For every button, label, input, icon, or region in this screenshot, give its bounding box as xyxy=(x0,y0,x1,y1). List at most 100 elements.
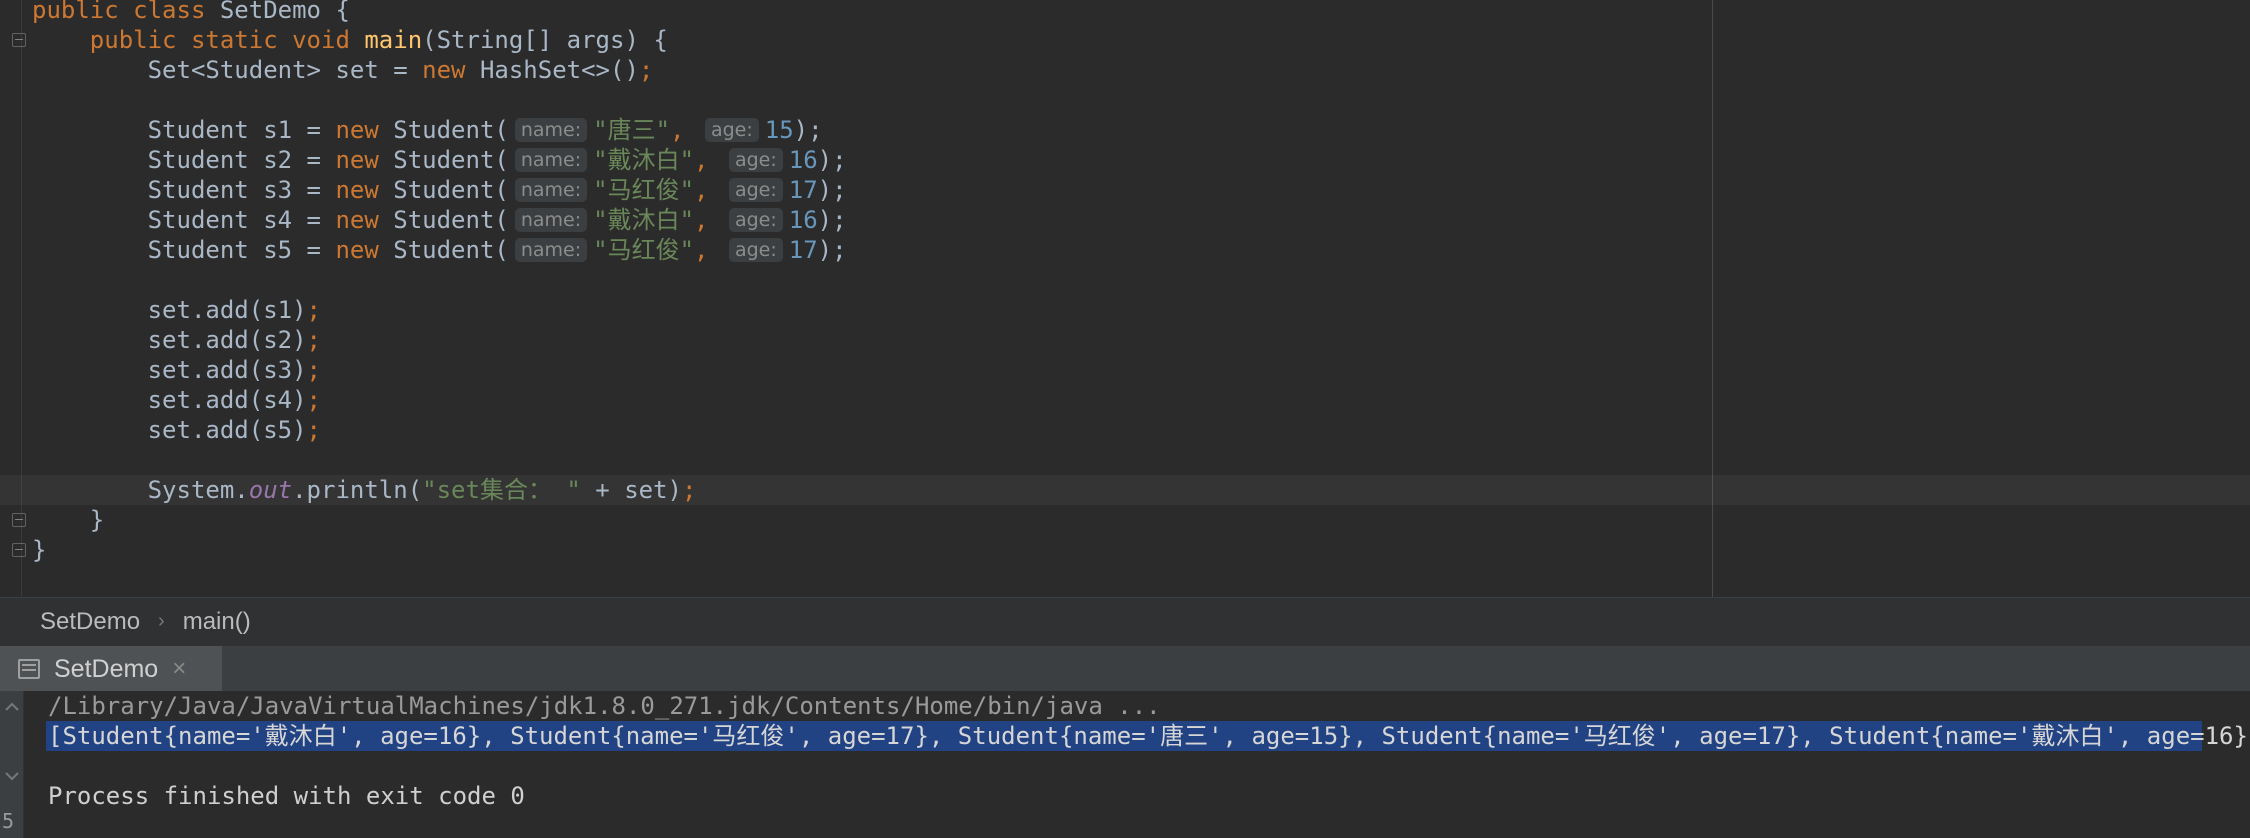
method-call: .println( xyxy=(292,476,423,504)
string-literal: "唐三" xyxy=(593,116,671,144)
code-line-add: set.add(s3); xyxy=(32,355,2250,385)
keyword: new xyxy=(422,56,466,84)
keyword: public xyxy=(89,26,177,54)
code-line-class: public class SetDemo { xyxy=(32,0,2250,25)
semicolon: ; xyxy=(682,476,697,504)
constructor: Student( xyxy=(393,116,509,144)
param-hint: age: xyxy=(728,208,783,232)
code-line-student: Student s2 = new Student(name: "戴沐白", age… xyxy=(32,145,2250,175)
code-line-main: public static void main(String[] args) { xyxy=(32,25,2250,55)
declaration: Student s3 = xyxy=(147,176,336,204)
code-line-add: set.add(s4); xyxy=(32,385,2250,415)
console-icon xyxy=(18,659,40,679)
keyword: new xyxy=(335,116,379,144)
constructor: Student( xyxy=(393,146,509,174)
param-hint: age: xyxy=(728,148,783,172)
code-lines[interactable]: public class SetDemo { public static voi… xyxy=(0,0,2250,565)
class-ref: System. xyxy=(147,476,249,504)
number-literal: 17 xyxy=(788,176,818,204)
code-line-student: Student s1 = new Student(name: "唐三", age:… xyxy=(32,115,2250,145)
semicolon: ; xyxy=(306,296,321,324)
method-call: set.add(s4) xyxy=(147,386,307,414)
semicolon: ; xyxy=(306,416,321,444)
comma: , xyxy=(670,116,685,144)
keyword: public xyxy=(32,0,119,24)
semicolon: ; xyxy=(306,326,321,354)
run-tab-label: SetDemo xyxy=(54,654,159,683)
breadcrumb: SetDemo › main() xyxy=(0,597,2250,645)
number-literal: 15 xyxy=(764,116,794,144)
param-hint: name: xyxy=(514,148,588,172)
console-line-exit[interactable]: Process finished with exit code 0 xyxy=(48,781,2202,811)
declaration: Student s4 = xyxy=(147,206,336,234)
param-hint: name: xyxy=(514,208,588,232)
code-line-student: Student s5 = new Student(name: "马红俊", age… xyxy=(32,235,2250,265)
brace: { xyxy=(335,0,350,24)
declaration: Student s2 = xyxy=(147,146,336,174)
run-tab-setdemo[interactable]: SetDemo × xyxy=(0,646,222,692)
keyword: void xyxy=(292,26,350,54)
declaration: Set<Student> set = xyxy=(147,56,423,84)
code-line-set-decl: Set<Student> set = new HashSet<>(); xyxy=(32,55,2250,85)
constructor: Student( xyxy=(393,176,509,204)
scroll-up-icon[interactable] xyxy=(2,697,22,717)
code-line-student: Student s3 = new Student(name: "马红俊", age… xyxy=(32,175,2250,205)
string-literal: "戴沐白" xyxy=(593,206,695,234)
semicolon: ; xyxy=(306,386,321,414)
close-icon[interactable]: × xyxy=(172,655,186,683)
comma: , xyxy=(694,206,709,234)
declaration: Student s1 = xyxy=(147,116,336,144)
string-literal: "马红俊" xyxy=(593,236,695,264)
param-hint: age: xyxy=(704,118,759,142)
statement-end: ); xyxy=(817,146,847,174)
wrap-icon[interactable] xyxy=(2,767,22,787)
statement-end: ); xyxy=(817,176,847,204)
console-output[interactable]: /Library/Java/JavaVirtualMachines/jdk1.8… xyxy=(46,691,2250,811)
method-call: set.add(s5) xyxy=(147,416,307,444)
semicolon: ; xyxy=(306,356,321,384)
console-line-command[interactable]: /Library/Java/JavaVirtualMachines/jdk1.8… xyxy=(48,691,2202,721)
string-literal: "戴沐白" xyxy=(593,146,695,174)
semicolon: ; xyxy=(638,56,654,84)
param-hint: age: xyxy=(728,178,783,202)
statement-end: ); xyxy=(817,236,847,264)
code-line-add: set.add(s2); xyxy=(32,325,2250,355)
brace: } xyxy=(32,536,47,564)
fold-marker-icon[interactable] xyxy=(12,543,26,557)
keyword: new xyxy=(335,176,379,204)
method-call: set.add(s3) xyxy=(147,356,307,384)
code-editor[interactable]: public class SetDemo { public static voi… xyxy=(0,0,2250,597)
comma: , xyxy=(694,176,709,204)
brace: } xyxy=(89,506,105,534)
method-name: main xyxy=(364,26,423,54)
fold-marker-icon[interactable] xyxy=(12,513,26,527)
code-line-close-class: } xyxy=(32,535,2250,565)
gutter-mark: 5 xyxy=(2,809,15,833)
breadcrumb-item-class[interactable]: SetDemo xyxy=(40,608,140,636)
code-line-add: set.add(s1); xyxy=(32,295,2250,325)
console-line-output[interactable]: [Student{name='戴沐白', age=16}, Student{na… xyxy=(46,721,2250,751)
string-literal: "马红俊" xyxy=(593,176,695,204)
code-line-println: System.out.println("set集合： " + set); xyxy=(0,475,2250,505)
statement-end: ); xyxy=(793,116,823,144)
method-call: set.add(s1) xyxy=(147,296,307,324)
run-console[interactable]: 5 /Library/Java/JavaVirtualMachines/jdk1… xyxy=(0,691,2250,838)
keyword: static xyxy=(190,26,278,54)
declaration: Student s5 = xyxy=(147,236,336,264)
fold-marker-icon[interactable] xyxy=(12,33,26,47)
statement-end: ); xyxy=(817,206,847,234)
param-hint: name: xyxy=(514,238,588,262)
keyword: new xyxy=(335,146,379,174)
keyword: class xyxy=(133,0,206,24)
editor-gutter[interactable] xyxy=(0,0,22,597)
code-line-student: Student s4 = new Student(name: "戴沐白", age… xyxy=(32,205,2250,235)
class-name: SetDemo xyxy=(219,0,322,24)
breadcrumb-item-method[interactable]: main() xyxy=(183,608,251,636)
param-hint: name: xyxy=(514,178,588,202)
keyword: new xyxy=(335,236,379,264)
code-line-close-method: } xyxy=(32,505,2250,535)
